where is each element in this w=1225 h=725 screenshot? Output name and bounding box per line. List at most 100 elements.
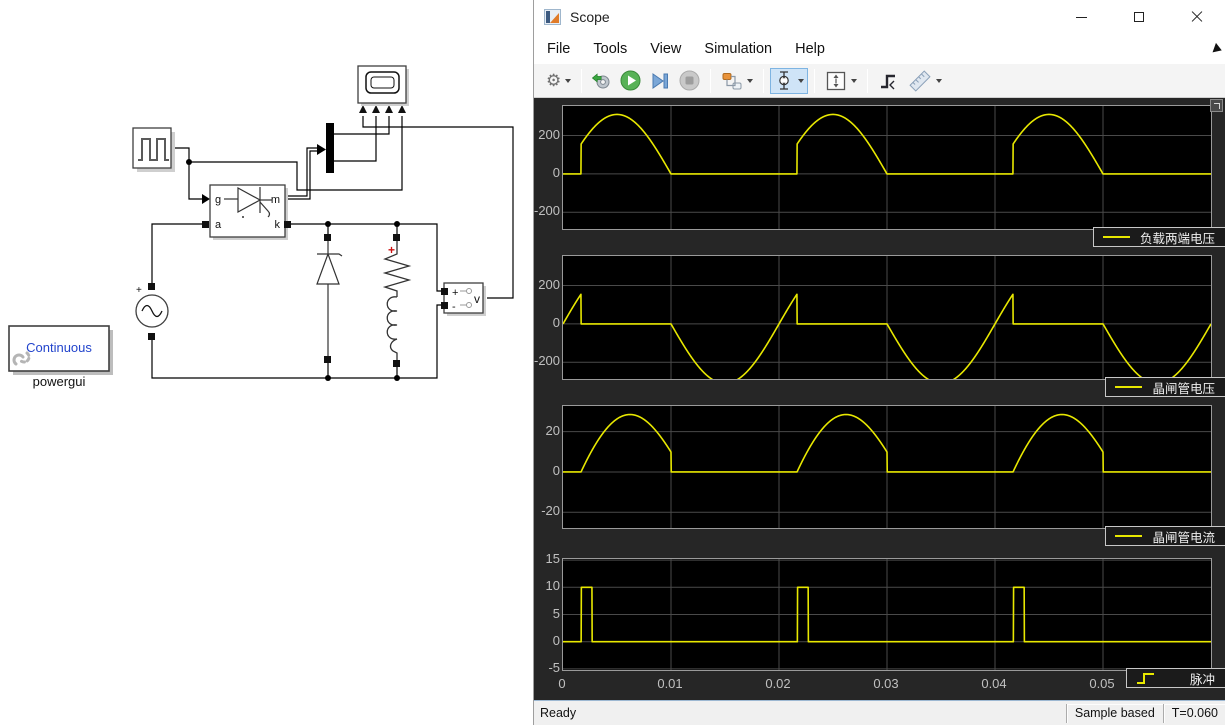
scope-window: Scope File Tools View Simulation Help ⚙ — [533, 0, 1225, 725]
menu-file[interactable]: File — [547, 41, 570, 57]
signal-config-icon — [722, 72, 742, 89]
vm-minus-label: - — [452, 301, 456, 313]
step-forward-button[interactable] — [645, 68, 675, 94]
minimize-button[interactable] — [1052, 0, 1110, 34]
status-text: Ready — [540, 706, 577, 720]
menu-simulation[interactable]: Simulation — [704, 41, 772, 57]
scope-input-arrows — [359, 105, 406, 113]
ac-port-plus-square — [148, 283, 155, 290]
x-tick-label: 0.03 — [873, 676, 899, 691]
rl-branch-block[interactable]: + — [382, 234, 412, 367]
y-tick-label: 0 — [552, 164, 560, 180]
highlight-model-button[interactable] — [588, 68, 616, 94]
legend-step-sample — [1136, 673, 1154, 684]
legend-line-sample — [1115, 535, 1143, 537]
port-label-g: g — [215, 194, 221, 206]
legend-thyristor-current[interactable]: 晶闸管电流 — [1105, 526, 1225, 546]
menu-tools[interactable]: Tools — [593, 41, 627, 57]
rl-port-top-square — [393, 234, 400, 241]
plot-thyristor-voltage[interactable] — [562, 255, 1212, 380]
diode-port-bottom-square — [324, 356, 331, 363]
stop-icon — [679, 70, 700, 91]
wire-vm-to-scope1 — [362, 116, 514, 299]
stop-button[interactable] — [675, 68, 704, 94]
scale-y-axis-button[interactable] — [770, 67, 809, 94]
maximize-button[interactable] — [1110, 0, 1168, 34]
toolbar: ⚙ — [534, 64, 1225, 98]
run-button[interactable] — [616, 68, 645, 94]
port-k-square — [284, 221, 291, 228]
settings-button[interactable]: ⚙ — [542, 68, 575, 94]
legend-label: 晶闸管电压 — [1152, 381, 1215, 396]
plot-svg — [563, 406, 1211, 528]
plot-thyristor-current[interactable] — [562, 405, 1212, 529]
screen: g a m k + + + - v Continuous powergui Sc… — [0, 0, 1225, 725]
port-label-k: k — [275, 219, 281, 231]
voltage-measurement-block[interactable]: + - v — [441, 282, 486, 316]
ac-source-block[interactable]: + — [135, 283, 169, 340]
run-icon — [620, 70, 641, 91]
gridlines — [563, 559, 1211, 670]
highlight-model-icon — [592, 72, 610, 88]
chevron-down-icon — [747, 78, 754, 83]
y-tick-label: 5 — [552, 605, 560, 621]
toolbar-separator — [867, 68, 869, 93]
scope-block[interactable] — [357, 65, 409, 106]
plot-load-voltage[interactable] — [562, 105, 1212, 230]
toolbar-separator — [581, 68, 583, 93]
legend-line-sample — [1102, 236, 1130, 238]
ac-port-minus-square — [148, 333, 155, 340]
trigger-button[interactable] — [874, 68, 904, 94]
powergui-block[interactable]: Continuous powergui — [8, 325, 113, 389]
thyristor-block[interactable]: g a m k — [209, 184, 288, 240]
titlebar[interactable]: Scope — [534, 0, 1225, 34]
wire-bus-line2 — [284, 150, 317, 200]
simulink-canvas[interactable]: g a m k + + + - v Continuous powergui — [0, 0, 533, 725]
port-label-a: a — [215, 219, 222, 231]
gear-icon: ⚙ — [546, 71, 562, 90]
wire-bottom-rail — [151, 304, 444, 379]
vm-v-label: v — [474, 292, 480, 306]
legend-load-voltage[interactable]: 负载两端电压 — [1092, 227, 1225, 247]
gridlines — [563, 106, 1211, 229]
plot-pulse[interactable] — [562, 558, 1212, 671]
menu-view[interactable]: View — [650, 41, 681, 57]
diode-symbol — [316, 241, 343, 356]
ac-plus-label: + — [136, 285, 142, 296]
x-tick-label: 0.04 — [981, 676, 1007, 691]
diode-block[interactable] — [316, 234, 343, 363]
menu-help[interactable]: Help — [795, 41, 825, 57]
wire-bus-line1 — [284, 147, 317, 197]
scale-y-axis-icon — [779, 71, 790, 90]
y-tick-label: -200 — [534, 203, 561, 219]
measurements-button[interactable] — [904, 68, 946, 94]
model-diagram: g a m k + + + - v Continuous powergui — [8, 65, 514, 389]
toolbar-separator — [814, 68, 816, 93]
signal-config-button[interactable] — [717, 68, 757, 94]
legend-pulse[interactable]: 脉冲 — [1125, 668, 1225, 688]
chevron-down-icon — [851, 78, 858, 83]
legend-label: 负载两端电压 — [1139, 231, 1215, 246]
y-tick-label: -5 — [548, 659, 560, 675]
gate-arrowhead — [202, 194, 210, 204]
plot-svg — [563, 106, 1211, 229]
vm-port-minus-square — [441, 302, 448, 309]
wire-ac-to-anode — [151, 223, 202, 284]
ruler-icon — [909, 69, 931, 92]
gridlines — [563, 256, 1211, 379]
fit-to-view-button[interactable] — [821, 68, 861, 94]
chevron-down-icon — [798, 78, 805, 83]
y-tick-label: 0 — [552, 462, 560, 478]
x-tick-label: 0.01 — [657, 676, 683, 691]
demux-block[interactable] — [326, 123, 334, 173]
pulse-generator-block[interactable] — [132, 127, 175, 172]
close-button[interactable] — [1168, 0, 1225, 34]
rl-port-bottom-square — [393, 360, 400, 367]
legend-thyristor-voltage[interactable]: 晶闸管电压 — [1105, 377, 1225, 397]
toolbar-separator — [763, 68, 765, 93]
window-title: Scope — [570, 9, 610, 25]
y-tick-label: 0 — [552, 632, 560, 648]
status-time: T=0.060 — [1162, 703, 1225, 723]
maximize-axes-icon[interactable] — [1210, 99, 1223, 112]
menu-overflow-arrow[interactable] — [1212, 42, 1224, 56]
